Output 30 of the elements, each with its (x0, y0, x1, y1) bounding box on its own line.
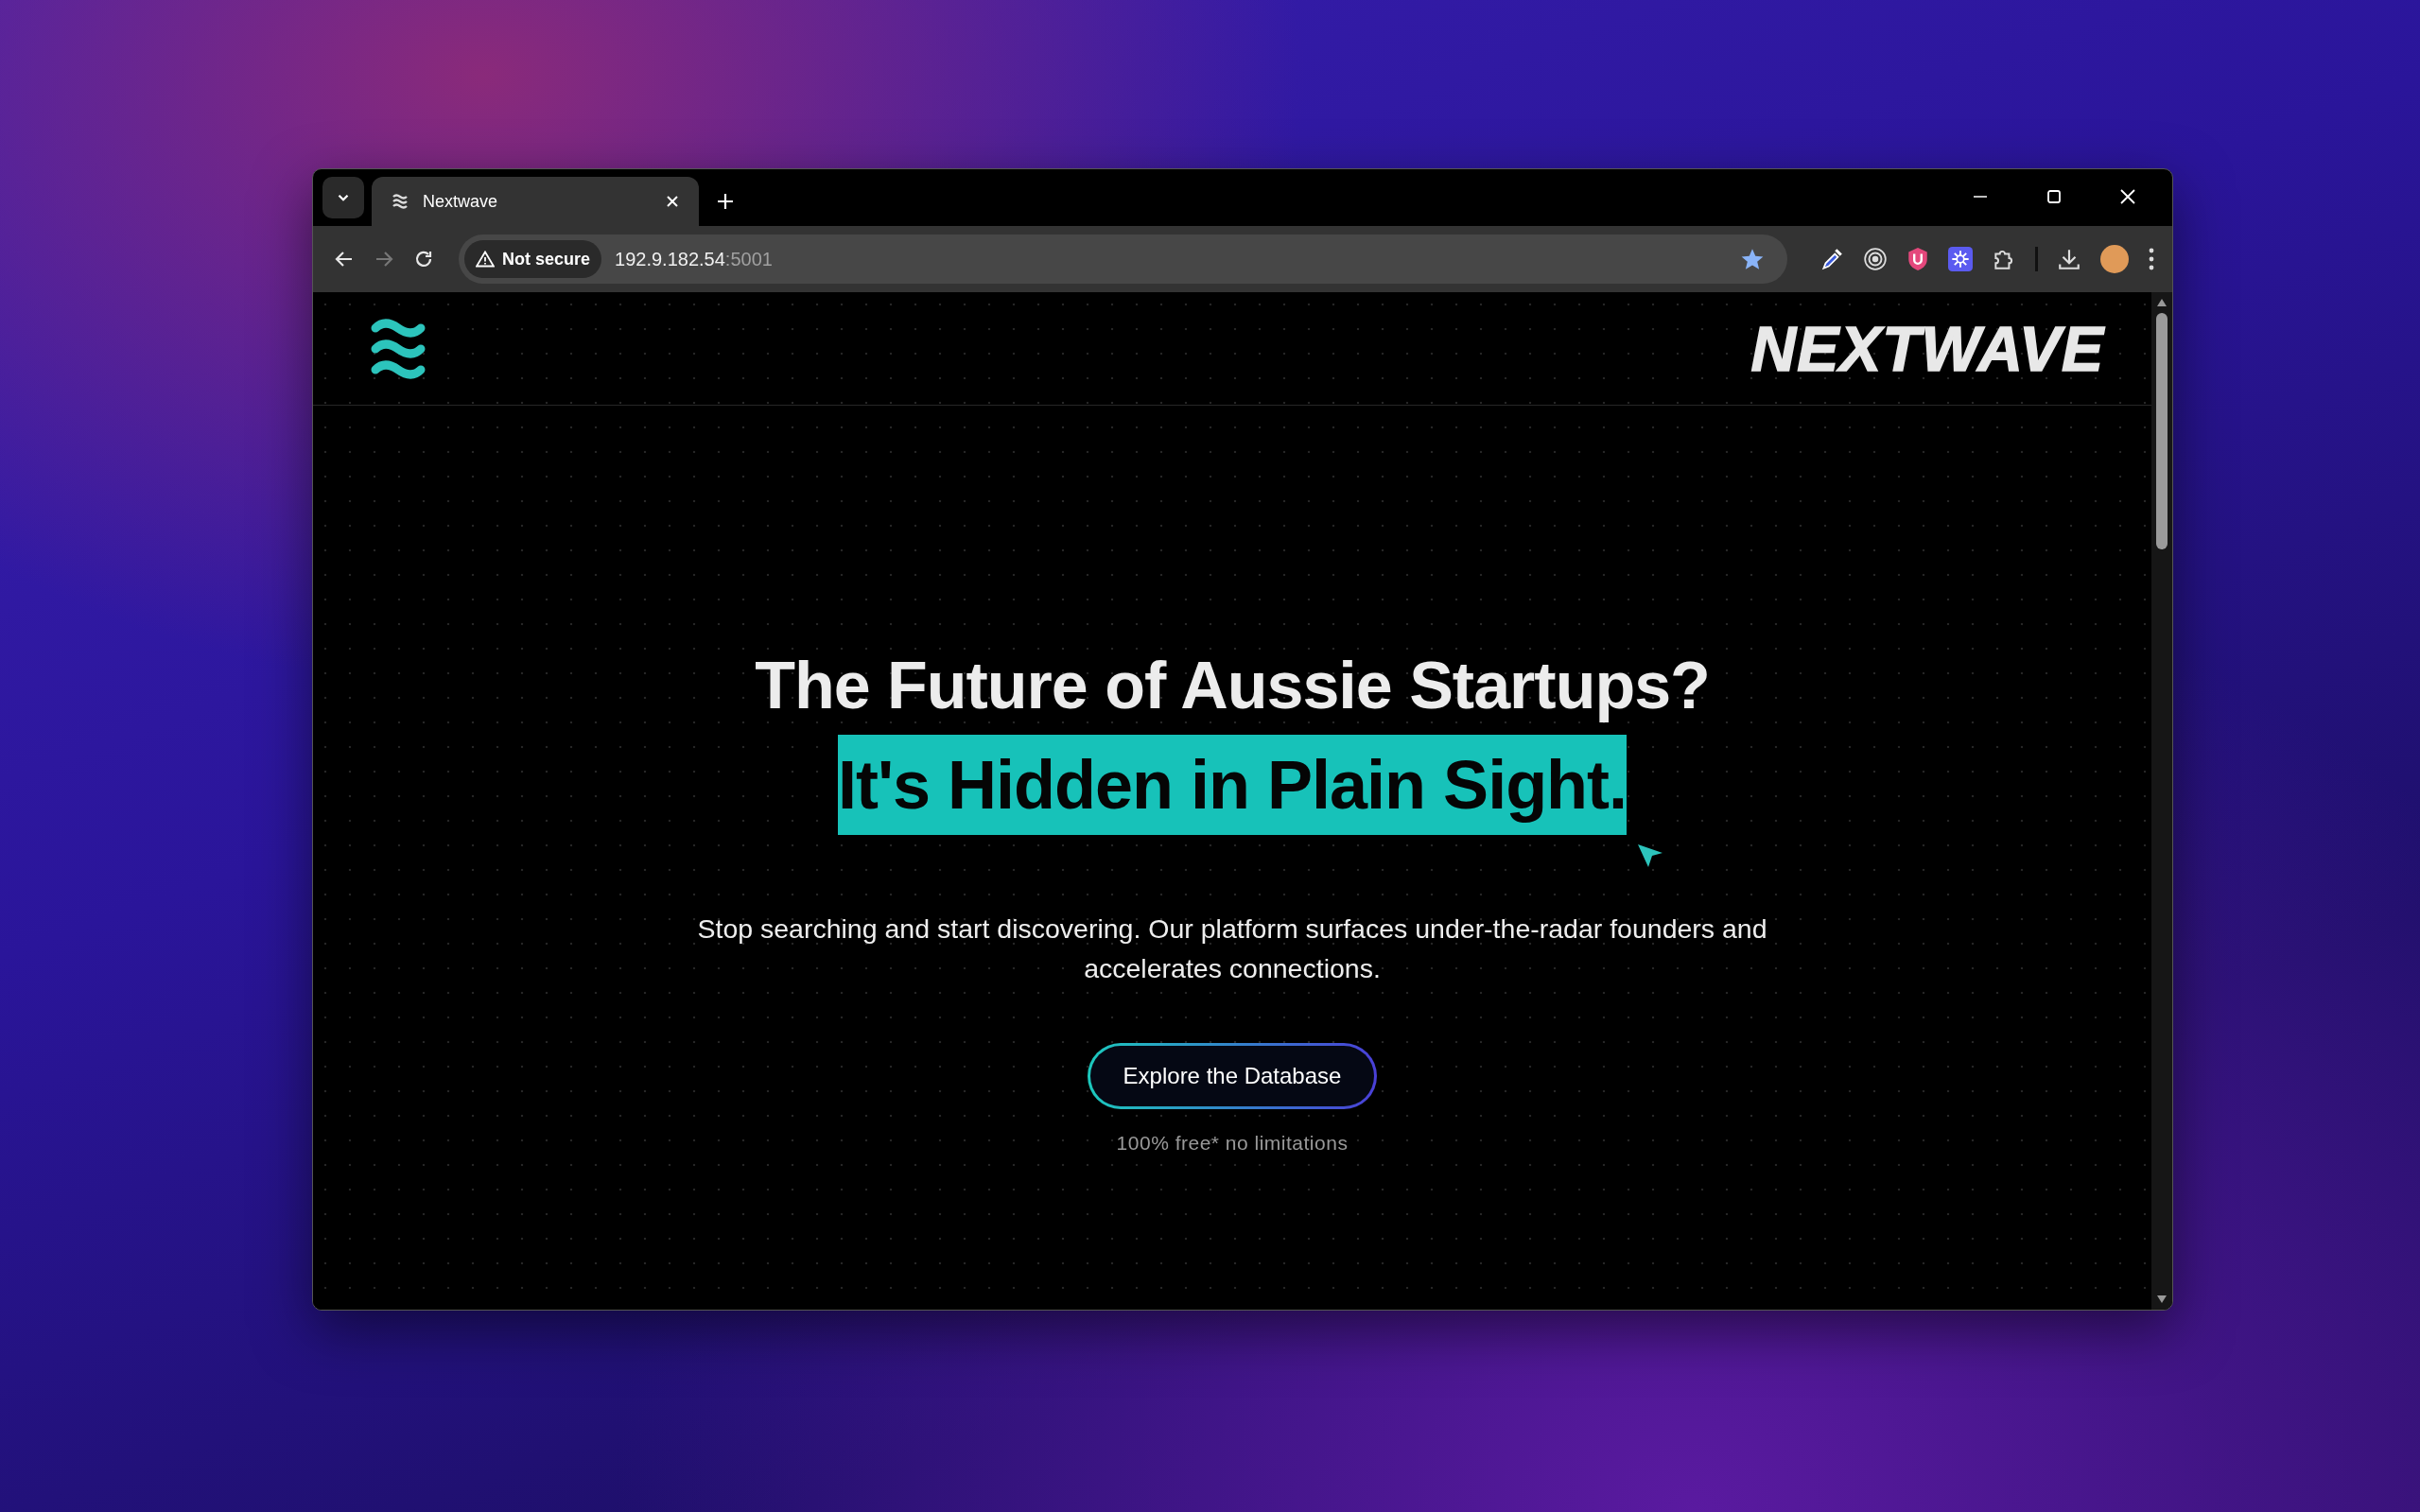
shield-icon[interactable] (1906, 247, 1929, 271)
warning-icon (476, 251, 495, 268)
maximize-icon[interactable] (2046, 188, 2063, 205)
hero-heading: The Future of Aussie Startups? (755, 648, 1710, 723)
eyedropper-icon[interactable] (1819, 247, 1844, 271)
brand-wordmark[interactable]: NEXTWAVE (1750, 312, 2104, 385)
scroll-up-icon[interactable] (2156, 298, 2168, 307)
reload-icon[interactable] (413, 249, 434, 269)
waves-icon (391, 192, 409, 211)
snowflake-icon[interactable] (1948, 247, 1973, 271)
close-icon[interactable] (2119, 188, 2136, 205)
menu-icon[interactable] (2148, 247, 2155, 271)
new-tab-icon[interactable] (716, 192, 735, 211)
highlighted-heading: It's Hidden in Plain Sight. (837, 735, 1628, 835)
close-icon[interactable] (665, 194, 680, 209)
profile-avatar[interactable] (2100, 245, 2129, 273)
browser-tab[interactable]: Nextwave (372, 177, 699, 226)
address-bar[interactable]: Not secure 192.9.182.54:5001 (459, 235, 1787, 284)
download-icon[interactable] (2057, 247, 2081, 271)
scrollbar-thumb[interactable] (2156, 313, 2168, 549)
star-icon[interactable] (1740, 247, 1765, 271)
scrollbar[interactable] (2151, 292, 2172, 1310)
tab-title: Nextwave (423, 191, 499, 212)
security-chip[interactable]: Not secure (464, 240, 602, 278)
url-text: 192.9.182.54:5001 (615, 248, 773, 270)
waves-logo-icon[interactable] (370, 316, 427, 381)
scroll-down-icon[interactable] (2156, 1295, 2168, 1304)
pricing-note: 100% free* no limitations (1116, 1132, 1349, 1155)
target-icon[interactable] (1863, 247, 1888, 271)
hero-description: Stop searching and start discovering. Our platform surfaces under-the-radar founders and accelerates connections. (696, 912, 1768, 985)
